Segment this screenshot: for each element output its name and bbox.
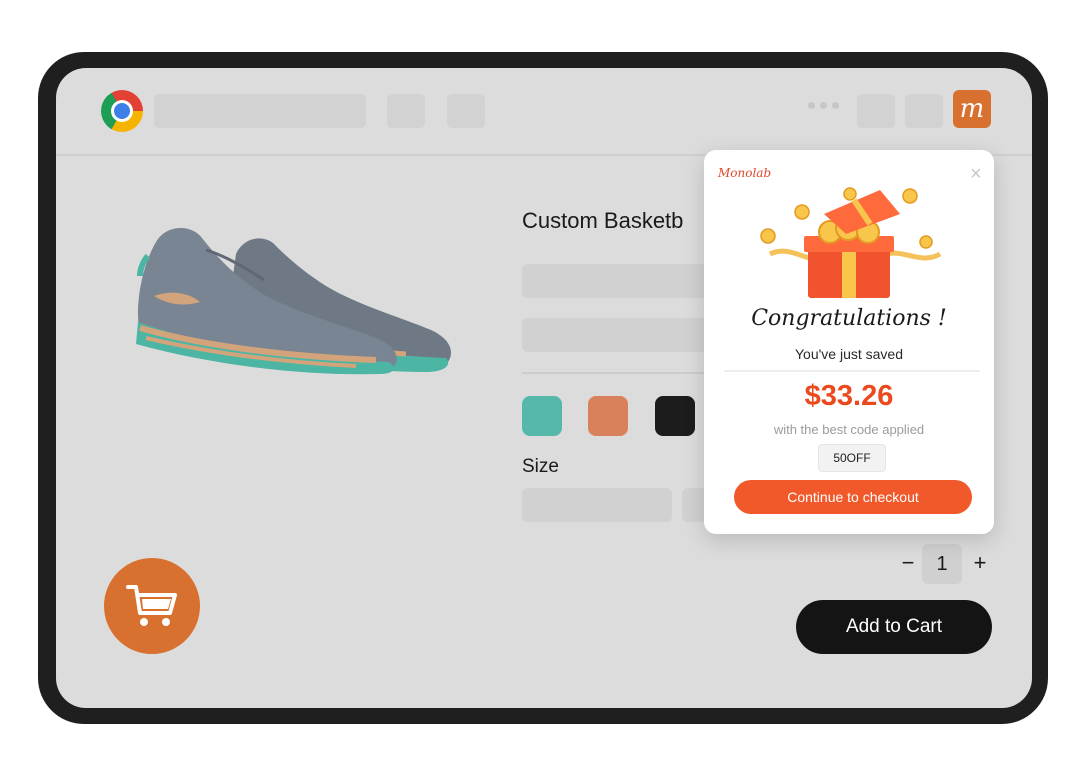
add-to-cart-button[interactable]: Add to Cart	[796, 600, 992, 654]
cart-icon	[126, 585, 177, 626]
browser-screen: m Custom Basketb Size − 1 + Add to Cart	[56, 68, 1032, 708]
close-icon[interactable]: ×	[970, 164, 982, 184]
popup-caption: with the best code applied	[773, 422, 925, 437]
swatch-black[interactable]	[655, 396, 695, 436]
popup-brand-logo: Monolab	[718, 166, 772, 180]
chrome-logo-icon	[101, 90, 143, 132]
quantity-increment-button[interactable]: +	[970, 550, 990, 576]
popup-heading: Congratulations !	[751, 306, 947, 331]
cart-button[interactable]	[104, 558, 200, 654]
basketball-shoe-image	[136, 227, 452, 375]
quantity-decrement-button[interactable]: −	[898, 550, 918, 576]
swatch-orange[interactable]	[588, 396, 628, 436]
popup-divider	[724, 370, 980, 372]
address-bar[interactable]	[154, 94, 366, 128]
size-label: Size	[522, 456, 559, 477]
product-title: Custom Basketb	[522, 208, 684, 233]
continue-to-checkout-button[interactable]: Continue to checkout	[734, 480, 972, 514]
toolbar-button-2[interactable]	[447, 94, 485, 128]
more-dots-icon[interactable]	[808, 102, 839, 109]
quantity-value[interactable]: 1	[922, 544, 962, 584]
extension-m-icon[interactable]: m	[953, 90, 991, 128]
savings-popup: Monolab × Congratulations ! You've just …	[704, 150, 994, 534]
toolbar-button-3[interactable]	[857, 94, 895, 128]
savings-amount: $33.26	[804, 380, 894, 412]
coupon-code-badge[interactable]: 50OFF	[818, 444, 886, 472]
size-option-1[interactable]	[522, 488, 672, 522]
gift-box-icon	[760, 187, 942, 298]
popup-subtext: You've just saved	[794, 346, 903, 362]
toolbar-button-1[interactable]	[387, 94, 425, 128]
swatch-teal[interactable]	[522, 396, 562, 436]
toolbar-button-4[interactable]	[905, 94, 943, 128]
